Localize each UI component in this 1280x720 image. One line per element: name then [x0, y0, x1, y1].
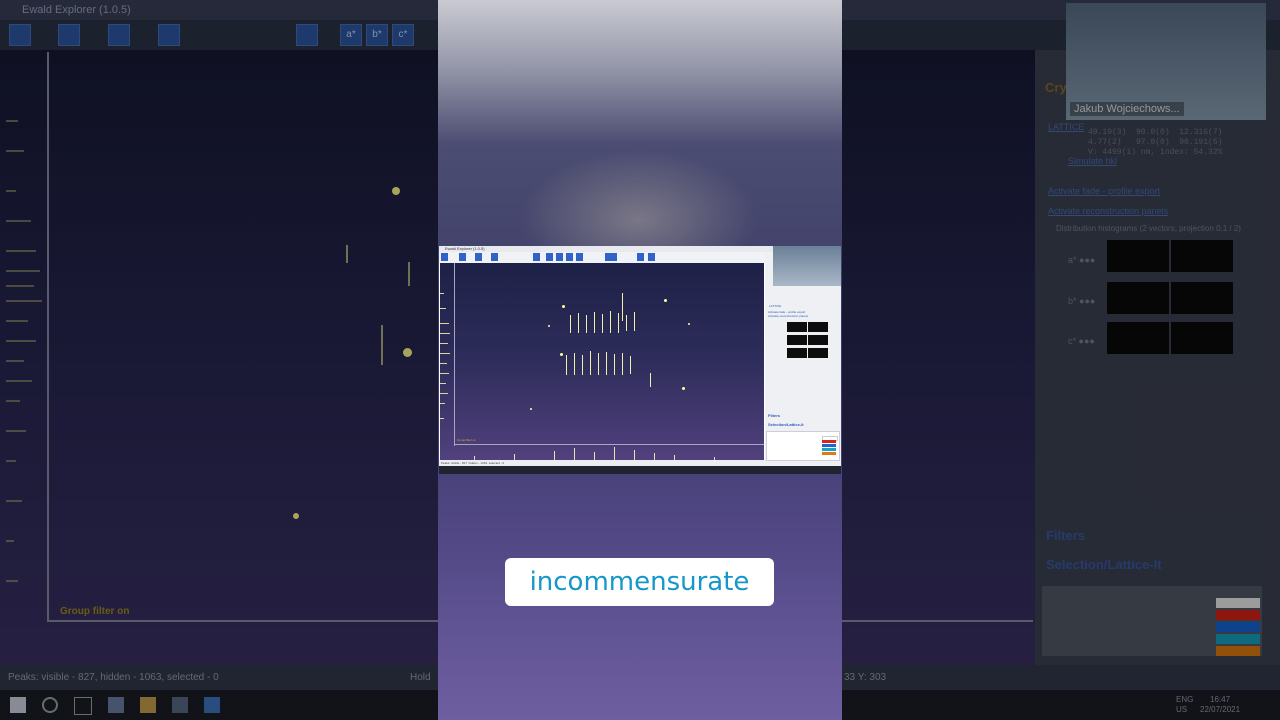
mini-lattice-link: LATTICE — [769, 304, 782, 308]
caption-pill: incommensurate — [505, 558, 774, 606]
mini-toolbar-button — [576, 253, 583, 261]
mini-axis-vertical — [454, 263, 455, 446]
mini-webcam — [773, 246, 841, 286]
mini-histogram — [808, 322, 828, 332]
mini-activate-reconstruction-link: Activate reconstruction panels — [768, 314, 809, 318]
app-screenshot-thumbnail: Ewald Explorer (1.0.5) Group filter on P… — [439, 246, 841, 474]
mini-toolbar-button — [459, 253, 466, 261]
mini-filters-heading: Filters — [768, 413, 781, 418]
mini-toolbar-button — [648, 253, 655, 261]
mini-selection-heading: Selection/Lattice-It — [768, 422, 804, 427]
mini-left-histogram — [440, 263, 450, 443]
mini-axis-horizontal — [454, 444, 764, 445]
mini-toolbar-button — [637, 253, 644, 261]
mini-bottom-histogram — [454, 446, 764, 460]
mini-histogram — [808, 348, 828, 358]
mini-app-title: Ewald Explorer (1.0.5) — [445, 246, 485, 251]
mini-viewport: Group filter on — [440, 263, 764, 460]
mini-toolbar-button — [566, 253, 573, 261]
mini-histogram — [787, 322, 807, 332]
mini-taskbar — [439, 466, 841, 474]
mini-histogram — [808, 335, 828, 345]
mini-toolbar-button — [556, 253, 563, 261]
mini-toolbar — [439, 252, 769, 263]
mini-toolbar-button — [491, 253, 498, 261]
mini-group-filter: Group filter on — [457, 438, 477, 442]
mini-toolbar-button — [533, 253, 540, 261]
mini-toolbar-button — [441, 253, 448, 261]
mini-histogram — [787, 348, 807, 358]
mini-toolbar-button — [475, 253, 482, 261]
video-column: Ewald Explorer (1.0.5) Group filter on P… — [438, 0, 842, 720]
mini-toolbar-button — [605, 253, 617, 261]
mini-histogram — [787, 335, 807, 345]
mini-toolbar-button — [546, 253, 553, 261]
caption-text: incommensurate — [529, 567, 750, 597]
